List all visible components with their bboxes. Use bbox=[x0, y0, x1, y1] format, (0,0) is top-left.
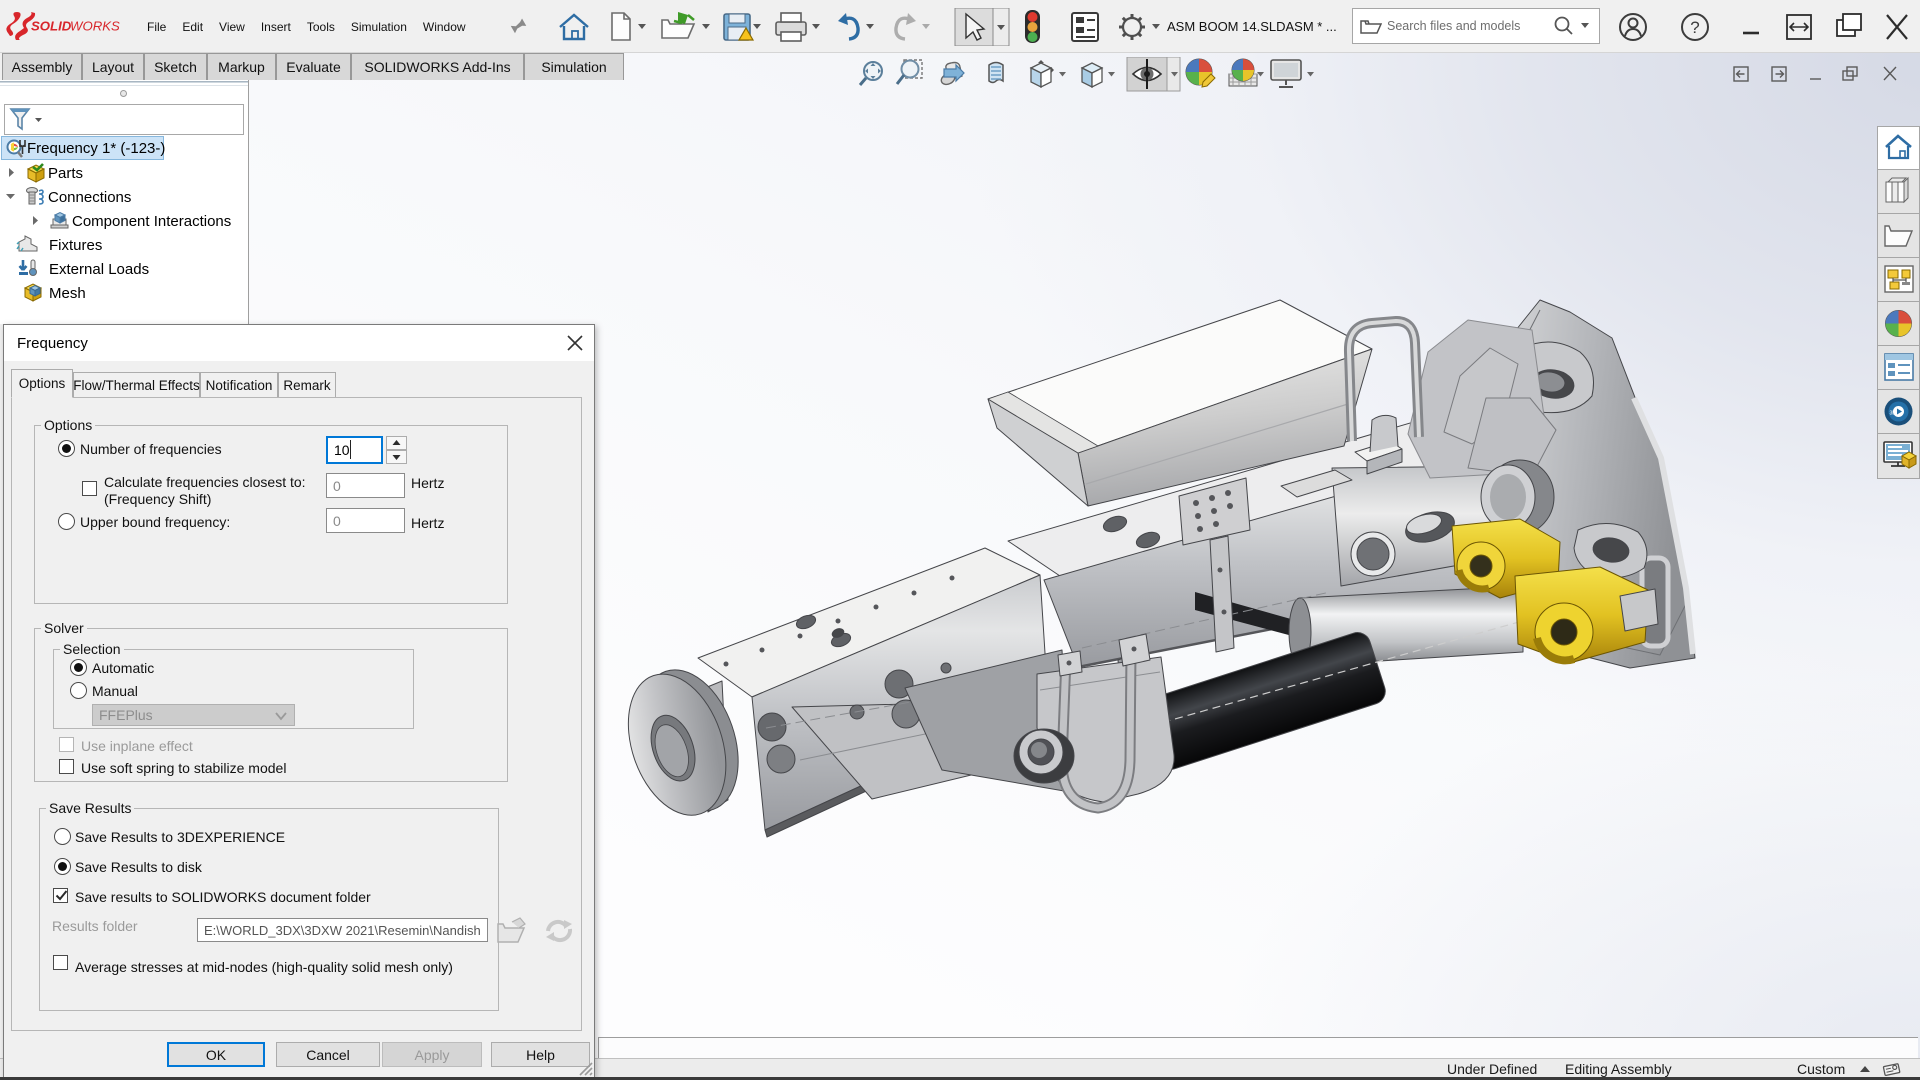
svg-text:SOLID: SOLID bbox=[31, 19, 72, 34]
svg-text:?: ? bbox=[1690, 18, 1699, 37]
svg-text:3D: 3D bbox=[1890, 411, 1897, 417]
svg-text:WORKS: WORKS bbox=[70, 19, 120, 34]
